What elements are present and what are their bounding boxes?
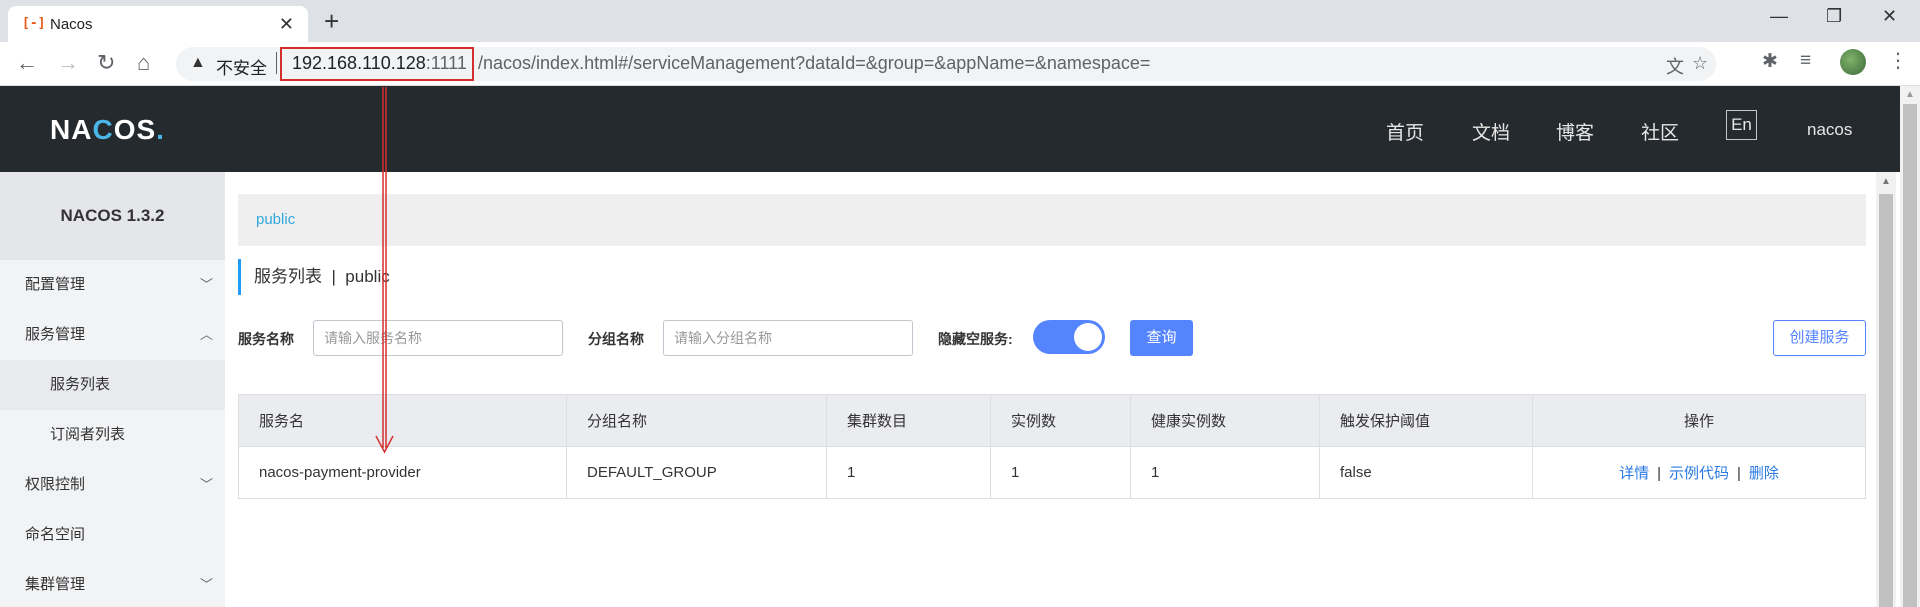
- warning-icon: ▲: [190, 54, 206, 71]
- sidebar-item-label: 集群管理: [25, 576, 86, 593]
- table-header-row: 服务名 分组名称 集群数目 实例数 健康实例数 触发保护阈值 操作: [238, 394, 1866, 447]
- url-divider: [276, 52, 277, 74]
- col-healthy-count: 健康实例数: [1130, 394, 1320, 447]
- close-window-icon[interactable]: ✕: [1882, 6, 1897, 27]
- sidebar-item-label: 订阅者列表: [50, 426, 126, 443]
- service-name-input[interactable]: 请输入服务名称: [313, 320, 563, 356]
- sidebar-item-label: 配置管理: [25, 276, 86, 293]
- browser-tab-bar: [-] Nacos ✕ + — ❐ ✕: [0, 0, 1920, 42]
- nacos-logo[interactable]: NACOS.: [50, 114, 165, 146]
- back-icon[interactable]: ←: [16, 50, 38, 76]
- nacos-favicon-icon: [-]: [22, 16, 46, 31]
- query-button[interactable]: 查询: [1130, 320, 1193, 356]
- sidebar-item-label: 服务列表: [50, 376, 111, 393]
- security-label: 不安全: [216, 59, 267, 78]
- sidebar-item-subscribers[interactable]: 订阅者列表: [0, 410, 225, 460]
- sidebar-item-service-list[interactable]: 服务列表: [0, 360, 225, 410]
- url-path: /nacos/index.html#/serviceManagement?dat…: [478, 53, 1151, 73]
- sidebar-item-namespace[interactable]: 命名空间: [0, 510, 225, 560]
- sidebar-item-cluster[interactable]: 集群管理 ﹀: [0, 560, 225, 607]
- cell-service-name: nacos-payment-provider: [238, 446, 567, 499]
- cell-cluster-count: 1: [826, 446, 991, 499]
- service-table: 服务名 分组名称 集群数目 实例数 健康实例数 触发保护阈值 操作 nacos-…: [238, 394, 1866, 499]
- reload-icon[interactable]: ↻: [97, 50, 115, 76]
- annotation-highlight-box: [280, 47, 474, 81]
- col-service-name: 服务名: [238, 394, 567, 447]
- table-row: nacos-payment-provider DEFAULT_GROUP 1 1…: [238, 446, 1866, 499]
- profile-avatar[interactable]: [1840, 49, 1866, 75]
- create-service-button[interactable]: 创建服务: [1773, 320, 1866, 356]
- detail-link[interactable]: 详情: [1619, 465, 1649, 482]
- col-protect-threshold: 触发保护阈值: [1319, 394, 1533, 447]
- sidebar-title: NACOS 1.3.2: [0, 172, 225, 260]
- cell-instance-count: 1: [990, 446, 1131, 499]
- col-operations: 操作: [1532, 394, 1866, 447]
- chevron-down-icon: ﹀: [199, 277, 213, 292]
- restore-icon[interactable]: ❐: [1826, 6, 1842, 27]
- col-group-name: 分组名称: [566, 394, 827, 447]
- cell-healthy-count: 1: [1130, 446, 1320, 499]
- namespace-bar: public: [238, 194, 1866, 246]
- url-input[interactable]: ▲ 不安全 192.168.110.128:1111 /nacos/index.…: [176, 47, 1716, 81]
- extensions-icon[interactable]: ✱: [1762, 50, 1778, 73]
- content-scrollbar-thumb[interactable]: [1879, 194, 1893, 607]
- scroll-up-icon[interactable]: ▲: [1905, 89, 1915, 100]
- namespace-link-public[interactable]: public: [256, 211, 295, 228]
- address-bar: ← → ↻ ⌂ ▲ 不安全 192.168.110.128:1111 /naco…: [0, 42, 1920, 86]
- cell-protect-threshold: false: [1319, 446, 1533, 499]
- op-divider: |: [1657, 465, 1661, 482]
- sample-code-link[interactable]: 示例代码: [1669, 465, 1729, 482]
- sidebar-item-auth[interactable]: 权限控制 ﹀: [0, 460, 225, 510]
- close-tab-icon[interactable]: ✕: [279, 14, 294, 35]
- sidebar-item-service[interactable]: 服务管理 ︿: [0, 310, 225, 360]
- scroll-up-icon[interactable]: ▲: [1881, 176, 1891, 187]
- cell-operations: 详情 | 示例代码 | 删除: [1532, 446, 1866, 499]
- app-header: NACOS. 首页 文档 博客 社区 En nacos: [0, 86, 1900, 172]
- nav-home[interactable]: 首页: [1386, 118, 1424, 145]
- group-name-input[interactable]: 请输入分组名称: [663, 320, 913, 356]
- sidebar-item-config[interactable]: 配置管理 ﹀: [0, 260, 225, 310]
- star-icon[interactable]: ☆: [1692, 53, 1708, 74]
- page-scrollbar-thumb[interactable]: [1903, 104, 1917, 607]
- page-title: 服务列表 | public: [254, 267, 390, 286]
- translate-icon[interactable]: 文: [1666, 53, 1684, 79]
- sidebar-item-label: 权限控制: [25, 476, 86, 493]
- op-divider: |: [1737, 465, 1741, 482]
- nav-blog[interactable]: 博客: [1556, 118, 1594, 145]
- chevron-up-icon: ︿: [199, 327, 213, 342]
- sidebar-item-label: 命名空间: [25, 526, 86, 543]
- cell-group-name: DEFAULT_GROUP: [566, 446, 827, 499]
- hide-empty-toggle[interactable]: [1033, 320, 1105, 354]
- tab-title: Nacos: [50, 15, 93, 33]
- nav-community[interactable]: 社区: [1641, 118, 1679, 145]
- forward-icon[interactable]: →: [57, 50, 79, 76]
- hide-empty-label: 隐藏空服务:: [938, 331, 1013, 347]
- new-tab-icon[interactable]: +: [324, 8, 339, 34]
- chevron-down-icon: ﹀: [199, 577, 213, 592]
- language-switch-button[interactable]: En: [1726, 110, 1757, 140]
- more-menu-icon[interactable]: ⋮: [1888, 48, 1908, 73]
- minimize-icon[interactable]: —: [1770, 6, 1788, 27]
- sidebar: NACOS 1.3.2 配置管理 ﹀ 服务管理 ︿ 服务列表 订阅者列表 权限控…: [0, 172, 225, 607]
- group-name-label: 分组名称: [588, 331, 644, 347]
- media-control-icon[interactable]: ≡: [1800, 50, 1811, 72]
- col-cluster-count: 集群数目: [826, 394, 991, 447]
- home-icon[interactable]: ⌂: [137, 50, 150, 76]
- page-title-block: 服务列表 | public: [238, 259, 390, 295]
- delete-link[interactable]: 删除: [1749, 465, 1779, 482]
- sidebar-item-label: 服务管理: [25, 326, 86, 343]
- user-menu[interactable]: nacos: [1807, 120, 1852, 140]
- chevron-down-icon: ﹀: [199, 477, 213, 492]
- browser-tab[interactable]: [-] Nacos ✕: [8, 6, 308, 42]
- col-instance-count: 实例数: [990, 394, 1131, 447]
- service-name-label: 服务名称: [238, 331, 294, 347]
- toggle-knob: [1074, 323, 1102, 351]
- nav-docs[interactable]: 文档: [1472, 118, 1510, 145]
